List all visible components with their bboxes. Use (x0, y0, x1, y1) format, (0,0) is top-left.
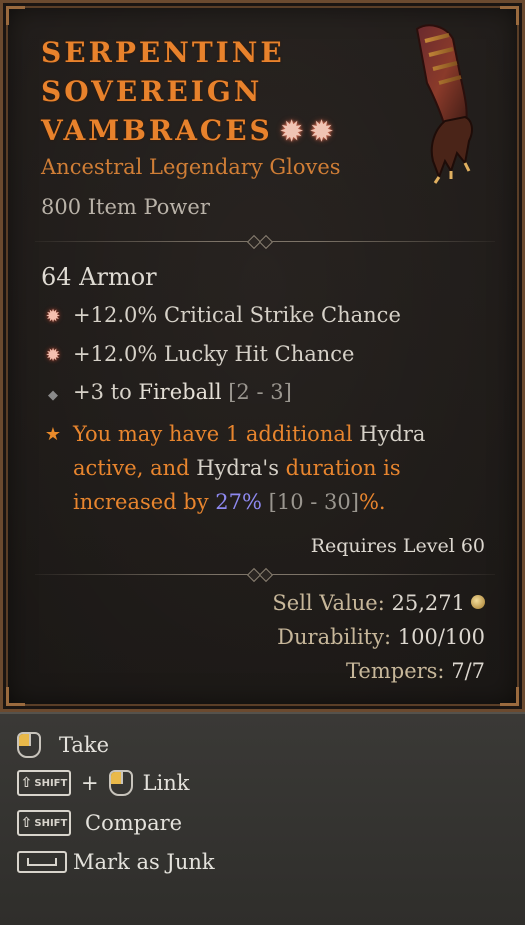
durability-label: Durability: (277, 625, 392, 649)
greater-affix-icon: ✹ (280, 117, 303, 147)
frame-corner (6, 6, 25, 25)
frame-corner (500, 687, 519, 706)
item-name-text: VAMBRACES (41, 114, 273, 147)
divider (35, 234, 495, 250)
control-hints: Take ⇧ SHIFT + Link ⇧ SHIFT Compare Mark a… (0, 712, 525, 925)
take-label: Take (59, 733, 110, 757)
legendary-star-icon: ★ (44, 424, 62, 445)
item-type: Ancestral Legendary Gloves (41, 155, 341, 179)
armor-value: 64 Armor (41, 263, 157, 291)
affix-text: +12.0% Critical Strike Chance (73, 303, 401, 327)
plus-sign: + (81, 771, 99, 795)
affix-skill: Fireball (138, 380, 222, 404)
mark-junk-action[interactable]: Mark as Junk (17, 847, 215, 877)
link-action[interactable]: ⇧ SHIFT + Link (17, 768, 190, 798)
legendary-text: duration is (278, 456, 401, 480)
greater-affix-icon: ✹ (45, 306, 61, 327)
gauntlet-image (415, 24, 473, 184)
sell-value: Sell Value: 25,271 (272, 591, 485, 615)
shift-key-icon: ⇧ SHIFT (17, 770, 71, 796)
item-name-line: SOVEREIGN (41, 75, 263, 108)
legendary-keyword: Hydra (359, 422, 426, 446)
legendary-text: You may have 1 additional (73, 422, 360, 446)
divider (35, 567, 495, 583)
legendary-value: 27% (215, 490, 262, 514)
affix-line: ✹ +12.0% Lucky Hit Chance (41, 342, 354, 366)
legendary-power: You may have 1 additional Hydra active, … (73, 417, 473, 519)
tempers-value: 7/7 (451, 659, 485, 683)
item-tooltip: SERPENTINE SOVEREIGN VAMBRACES ✹ ✹ Ancestr… (0, 0, 525, 712)
legendary-text: increased by (73, 490, 216, 514)
frame-corner (500, 6, 519, 25)
shift-key-label: SHIFT (34, 777, 68, 789)
affix-text: +12.0% Lucky Hit Chance (73, 342, 355, 366)
tempers: Tempers: 7/7 (346, 659, 485, 683)
sell-value-label: Sell Value: (272, 591, 385, 615)
diamond-bullet-icon: ◆ (48, 388, 58, 403)
take-action[interactable]: Take (17, 730, 109, 760)
greater-affix-icon: ✹ (45, 345, 61, 366)
link-label: Link (142, 771, 190, 795)
legendary-keyword: Hydra's (196, 456, 279, 480)
frame-corner (6, 687, 25, 706)
shift-key-icon: ⇧ SHIFT (17, 810, 71, 836)
space-key-icon (17, 851, 67, 873)
shift-key-label: SHIFT (34, 817, 68, 829)
compare-label: Compare (85, 811, 183, 835)
greater-affix-icon: ✹ (310, 117, 333, 147)
item-power: 800 Item Power (41, 195, 210, 219)
affix-line: ◆ +3 to Fireball [2 - 3] (41, 380, 292, 404)
legendary-range: [10 - 30] (268, 490, 359, 514)
left-click-icon (17, 732, 41, 758)
item-name-line: VAMBRACES ✹ ✹ (41, 111, 371, 152)
affix-range: [2 - 3] (228, 380, 292, 404)
sell-value-amount: 25,271 (391, 591, 465, 615)
item-name: SERPENTINE SOVEREIGN VAMBRACES ✹ ✹ (41, 33, 371, 152)
required-level: Requires Level 60 (310, 535, 485, 557)
mark-junk-label: Mark as Junk (73, 850, 215, 874)
affix-prefix: +3 to (73, 380, 139, 404)
durability-value: 100/100 (397, 625, 485, 649)
legendary-text: %. (358, 490, 386, 514)
tempers-label: Tempers: (346, 659, 445, 683)
affix-line: ✹ +12.0% Critical Strike Chance (41, 303, 401, 327)
item-name-line: SERPENTINE (41, 36, 285, 69)
gold-coin-icon (471, 595, 485, 609)
compare-action[interactable]: ⇧ SHIFT Compare (17, 808, 182, 838)
left-click-icon (108, 770, 133, 796)
legendary-text: active, and (73, 456, 197, 480)
durability: Durability: 100/100 (277, 625, 485, 649)
